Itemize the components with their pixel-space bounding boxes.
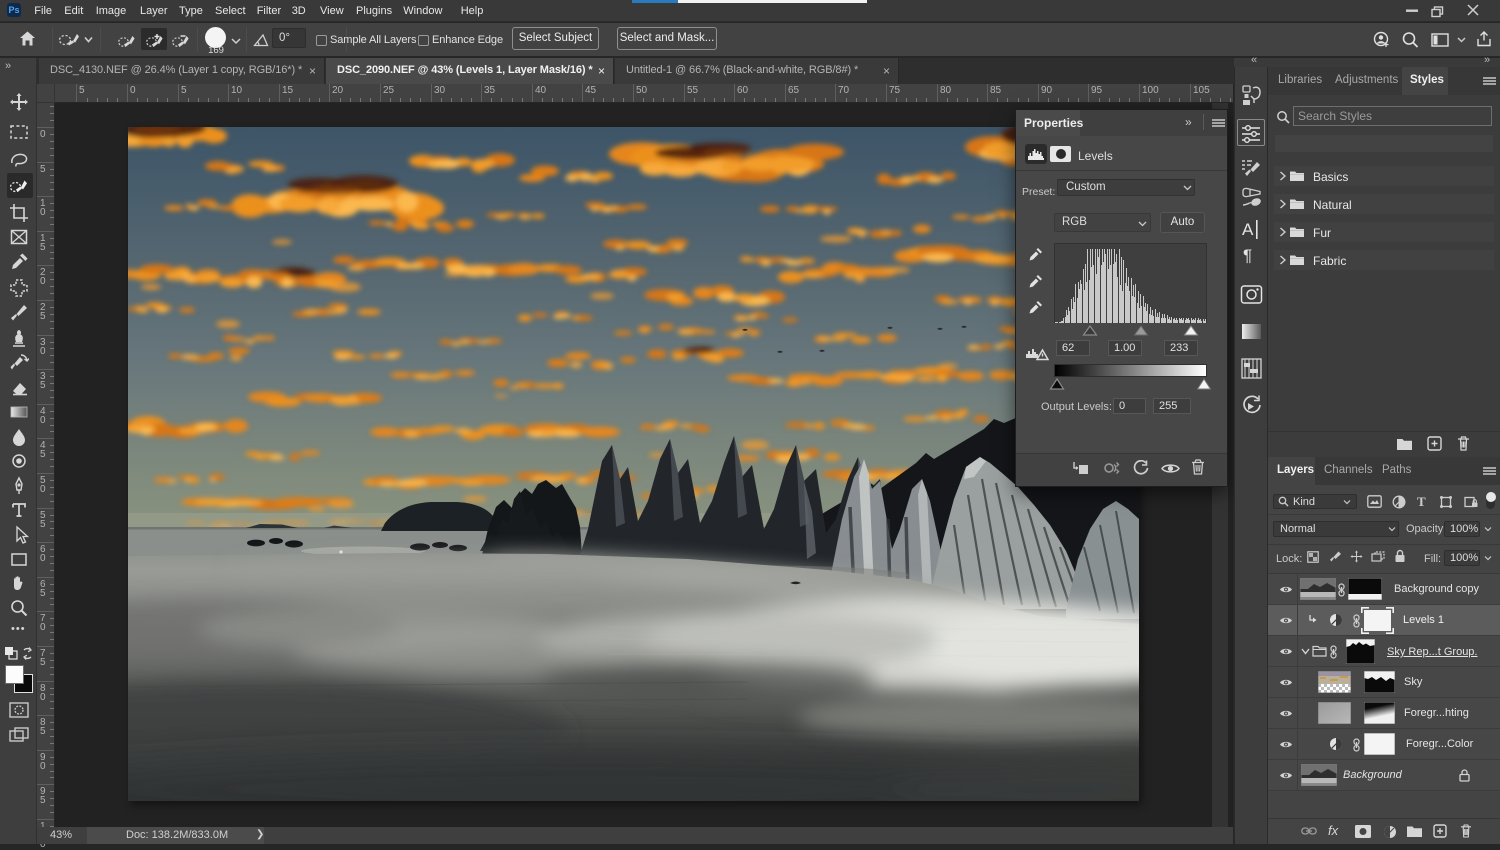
svg-text:A: A: [1242, 220, 1254, 239]
svg-text:¶: ¶: [1243, 246, 1252, 265]
